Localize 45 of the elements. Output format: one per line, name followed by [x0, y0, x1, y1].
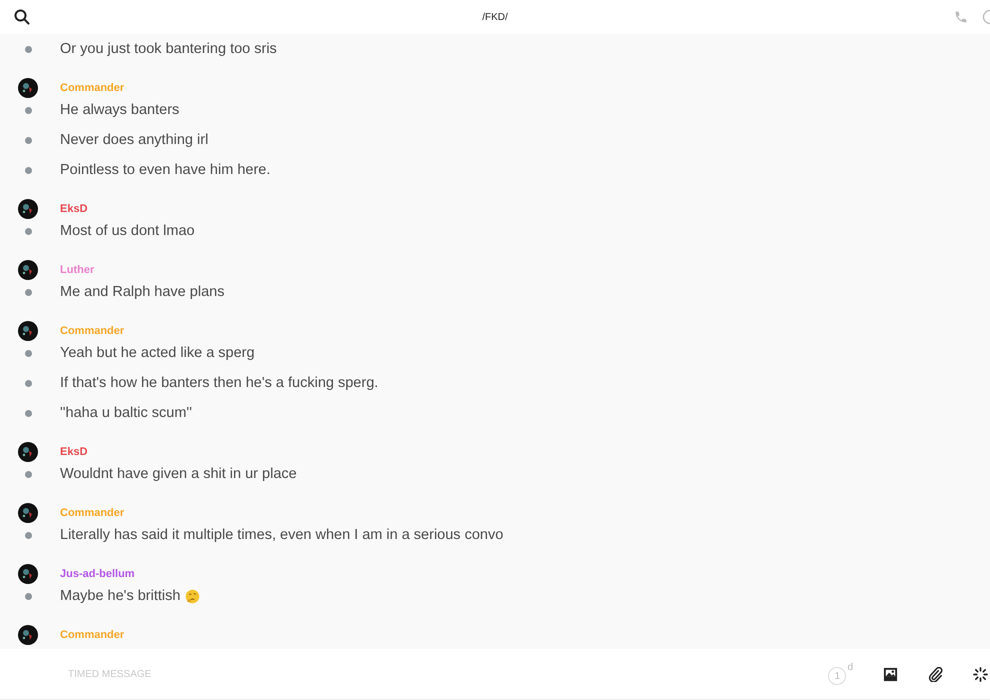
author-name: EksD: [60, 446, 88, 458]
bullet-dot: [24, 350, 32, 356]
message-text: Wouldnt have given a shit in ur place: [60, 466, 297, 482]
image-icon[interactable]: [883, 666, 898, 682]
author-name: Commander: [60, 507, 124, 519]
avatar-icon: [18, 564, 38, 584]
avatar-icon: [18, 503, 38, 523]
bullet-dot: [24, 166, 32, 174]
bullet-dot: [24, 136, 32, 144]
message-text: Never does anything irl: [60, 132, 208, 148]
message-text: Yeah but he acted like a sperg: [60, 345, 255, 361]
message-text: He always banters: [60, 102, 180, 118]
avatar-icon: [18, 199, 38, 219]
avatar-icon: [18, 442, 38, 462]
bullet-dot: [24, 410, 32, 416]
message-text: Or you just took bantering too sris: [60, 41, 277, 57]
bullet-dot: [24, 46, 32, 52]
sparkle-icon[interactable]: [973, 666, 988, 682]
message-text: Maybe he's brittish: [60, 588, 180, 604]
bullet-dot: [24, 532, 32, 538]
bullet-dot: [24, 228, 32, 234]
message-text: ''haha u baltic scum'': [60, 405, 192, 421]
message-text: If that's how he banters then he's a fucking sperg.: [60, 375, 378, 391]
bullet-dot: [24, 380, 32, 386]
avatar-icon: [18, 321, 38, 341]
author-name: Commander: [60, 325, 124, 337]
avatar-icon: [18, 260, 38, 280]
avatar-icon: [18, 625, 38, 645]
author-name: EksD: [60, 203, 88, 215]
message-text: Me and Ralph have plans: [60, 284, 224, 300]
bullet-dot: [24, 470, 32, 478]
avatar-icon: [18, 78, 38, 98]
bullet-dot: [24, 106, 32, 114]
bullet-dot: [24, 288, 32, 296]
message-text: Literally has said it multiple times, even when I am in a serious convo: [60, 527, 504, 543]
author-name: Commander: [60, 82, 124, 94]
author-name: Jus-ad-bellum: [60, 568, 135, 580]
message-text: Pointless to even have him here.: [60, 162, 270, 178]
author-name: Luther: [60, 264, 94, 276]
bullet-dot: [24, 592, 32, 600]
message-text: Most of us dont lmao: [60, 223, 195, 239]
chat-title: /FKD/: [481, 12, 509, 22]
paperclip-icon[interactable]: [928, 666, 943, 682]
search-icon[interactable]: [14, 9, 30, 25]
author-name: Commander: [60, 629, 124, 641]
